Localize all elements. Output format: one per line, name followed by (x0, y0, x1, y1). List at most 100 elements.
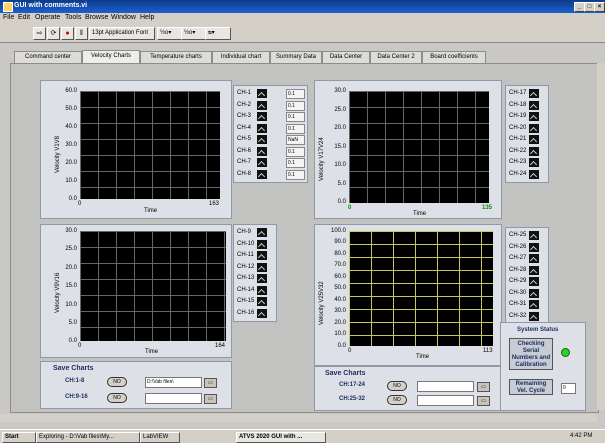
channel-plot-toggle-icon[interactable] (257, 274, 267, 283)
menu-file[interactable]: File (3, 14, 14, 21)
save-toggle-ch25-32[interactable]: NO (387, 395, 407, 405)
checking-serial-indicator: Checking Serial Numbers and Calibration (509, 338, 553, 370)
channel-plot-toggle-icon[interactable] (257, 285, 267, 295)
channel-legend-17-24: CH-17 CH-18 CH-19 CH-20 CH-21 CH-22 CH-23 CH-24 (505, 85, 549, 183)
channel-plot-toggle-icon[interactable] (529, 146, 539, 156)
channel-plot-toggle-icon[interactable] (257, 100, 267, 110)
y-tick: 10.0 (65, 302, 77, 308)
distribute-objects-dropdown[interactable]: ½o▾ (181, 27, 207, 40)
tab-board-coefficients[interactable]: Board coefficients (422, 51, 486, 63)
channel-plot-toggle-icon[interactable] (257, 228, 267, 237)
channel-plot-toggle-icon[interactable] (257, 297, 267, 306)
taskbar-clock: 4:42 PM (570, 433, 593, 439)
tab-velocity-charts[interactable]: Velocity Charts (82, 50, 140, 64)
channel-plot-toggle-icon[interactable] (529, 169, 539, 179)
menu-edit[interactable]: Edit (18, 14, 30, 21)
channel-plot-toggle-icon[interactable] (257, 251, 267, 260)
toolbar: ⇨ ⟳ ● ‖ 13pt Application Font ½o▾ ½o▾ ᴓ▾ (0, 24, 605, 43)
channel-plot-toggle-icon[interactable] (257, 123, 267, 133)
tab-individual-chart[interactable]: Individual chart (212, 51, 270, 63)
chart-plot-v25v32[interactable] (349, 231, 493, 346)
save-path-ch1-8[interactable]: D:\Vab files\ (145, 377, 202, 388)
font-selector[interactable]: 13pt Application Font (89, 27, 155, 40)
channel-plot-toggle-icon[interactable] (529, 254, 539, 263)
channel-plot-toggle-icon[interactable] (529, 112, 539, 121)
menu-operate[interactable]: Operate (35, 14, 60, 21)
browse-folder-icon[interactable]: ▭ (204, 378, 217, 388)
tab-temperature-charts[interactable]: Temperature charts (140, 51, 212, 63)
channel-label: CH-30 (509, 289, 527, 296)
channel-plot-toggle-icon[interactable] (257, 158, 267, 167)
run-continuous-icon[interactable]: ⟳ (47, 27, 60, 40)
save-path-ch9-16[interactable] (145, 393, 202, 404)
menu-browse[interactable]: Browse (85, 14, 108, 21)
channel-plot-toggle-icon[interactable] (529, 242, 539, 252)
channel-plot-toggle-icon[interactable] (257, 308, 267, 318)
channel-row: CH-1 0.1 (234, 88, 307, 99)
channel-plot-toggle-icon[interactable] (529, 288, 539, 298)
channel-legend-1-8: CH-1 0.1 CH-2 0.1 CH-3 0.1 CH-4 0.1 CH-5 NaN CH-6 0… (233, 85, 308, 183)
x-min: 0 (348, 205, 352, 211)
channel-plot-toggle-icon[interactable] (529, 89, 539, 98)
x-min: 0 (78, 343, 82, 349)
save-path-ch17-24[interactable] (417, 381, 474, 392)
menu-tools[interactable]: Tools (65, 14, 81, 21)
chart-plot-v17v24[interactable] (349, 91, 489, 203)
channel-label: CH-3 (237, 113, 252, 119)
channel-plot-toggle-icon[interactable] (257, 112, 267, 121)
channel-label: CH-19 (509, 113, 527, 119)
save-toggle-ch17-24[interactable]: NO (387, 381, 407, 391)
save-charts-title: Save Charts (53, 365, 94, 372)
taskbar-exploring[interactable]: Exploring - D:\Vab files\My... (36, 432, 140, 443)
browse-folder-icon[interactable]: ▭ (204, 394, 217, 404)
save-toggle-ch9-16[interactable]: NO (107, 393, 127, 403)
horizontal-scrollbar[interactable] (0, 414, 597, 422)
tab-summary-data[interactable]: Summary Data (270, 51, 322, 63)
save-path-ch25-32[interactable] (417, 395, 474, 406)
reorder-dropdown[interactable]: ᴓ▾ (205, 27, 231, 40)
channel-plot-toggle-icon[interactable] (529, 300, 539, 309)
taskbar-labview[interactable]: LabVIEW (140, 432, 180, 443)
channel-plot-toggle-icon[interactable] (529, 123, 539, 133)
channel-plot-toggle-icon[interactable] (529, 277, 539, 286)
tab-data-center-2[interactable]: Data Center 2 (370, 51, 422, 63)
close-icon[interactable]: × (594, 2, 605, 12)
channel-label: CH-8 (237, 170, 252, 177)
taskbar-gui-window[interactable]: ATVS 2020 GUI with ... (236, 432, 326, 443)
channel-plot-toggle-icon[interactable] (529, 231, 539, 240)
channel-plot-toggle-icon[interactable] (257, 135, 267, 144)
start-button[interactable]: Start (2, 432, 36, 443)
channel-plot-toggle-icon[interactable] (529, 100, 539, 110)
chart-plot-v1v8[interactable] (80, 91, 220, 199)
pause-icon[interactable]: ‖ (75, 27, 88, 40)
tab-bar: Command center Velocity Charts Temperatu… (14, 50, 594, 64)
channel-plot-toggle-icon[interactable] (257, 262, 267, 272)
tab-data-center[interactable]: Data Center (322, 51, 370, 63)
channel-label: CH-27 (509, 255, 527, 261)
channel-plot-toggle-icon[interactable] (257, 239, 267, 249)
channel-label: CH-11 (237, 252, 254, 258)
channel-plot-toggle-icon[interactable] (529, 135, 539, 144)
menu-help[interactable]: Help (140, 14, 154, 21)
channel-plot-toggle-icon[interactable] (529, 311, 539, 321)
channel-row: CH-23 (506, 157, 548, 168)
abort-icon[interactable]: ● (61, 27, 74, 40)
y-tick: 0.0 (337, 343, 346, 349)
vertical-scrollbar[interactable] (597, 63, 605, 410)
browse-folder-icon[interactable]: ▭ (477, 382, 490, 392)
menu-window[interactable]: Window (111, 14, 136, 21)
tab-command-center[interactable]: Command center (14, 51, 82, 63)
align-objects-dropdown[interactable]: ½o▾ (157, 27, 183, 40)
channel-plot-toggle-icon[interactable] (257, 146, 267, 156)
chart-panel-v17v24: Velocity V17V24 30.0 25.0 20.0 15.0 10.0… (314, 80, 502, 219)
chart-plot-v9v16[interactable] (80, 231, 226, 341)
channel-plot-toggle-icon[interactable] (529, 158, 539, 167)
channel-plot-toggle-icon[interactable] (257, 169, 267, 179)
save-label-ch1-8: CH:1-8 (65, 378, 85, 384)
channel-value: NaN (286, 135, 305, 145)
channel-plot-toggle-icon[interactable] (257, 89, 267, 98)
channel-plot-toggle-icon[interactable] (529, 265, 539, 275)
browse-folder-icon[interactable]: ▭ (477, 396, 490, 406)
run-arrow-icon[interactable]: ⇨ (33, 27, 46, 40)
save-toggle-ch1-8[interactable]: NO (107, 377, 127, 387)
